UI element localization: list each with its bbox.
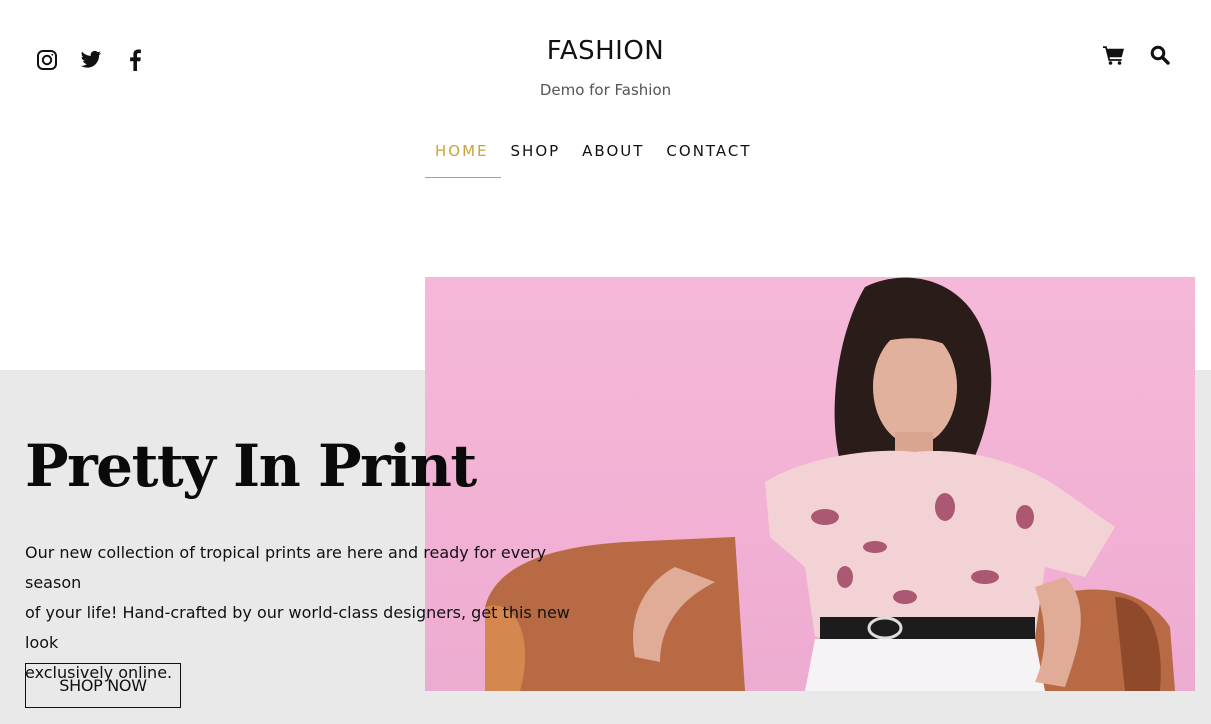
nav-item-contact[interactable]: CONTACT <box>656 142 763 178</box>
site-title[interactable]: FASHION <box>0 36 1211 66</box>
nav-item-shop[interactable]: SHOP <box>501 142 573 178</box>
cart-icon[interactable] <box>1103 44 1125 66</box>
search-icon[interactable] <box>1149 44 1171 66</box>
hero-description-line: Our new collection of tropical prints ar… <box>25 543 547 592</box>
hero-description-line: of your life! Hand-crafted by our world-… <box>25 603 570 652</box>
main-nav: HOME SHOP ABOUT CONTACT <box>425 142 764 178</box>
hero-title: Pretty In Print <box>25 432 477 500</box>
hero-text: Pretty In Print Our new collection of tr… <box>25 430 625 688</box>
nav-item-about[interactable]: ABOUT <box>572 142 656 178</box>
site-description: Demo for Fashion <box>539 81 672 99</box>
nav-item-home[interactable]: HOME <box>425 142 501 178</box>
site-header: FASHION Demo for Fashion HOME SHOP ABOUT… <box>0 0 1211 200</box>
header-utilities <box>1103 44 1171 66</box>
shop-now-button[interactable]: SHOP NOW <box>25 663 181 708</box>
